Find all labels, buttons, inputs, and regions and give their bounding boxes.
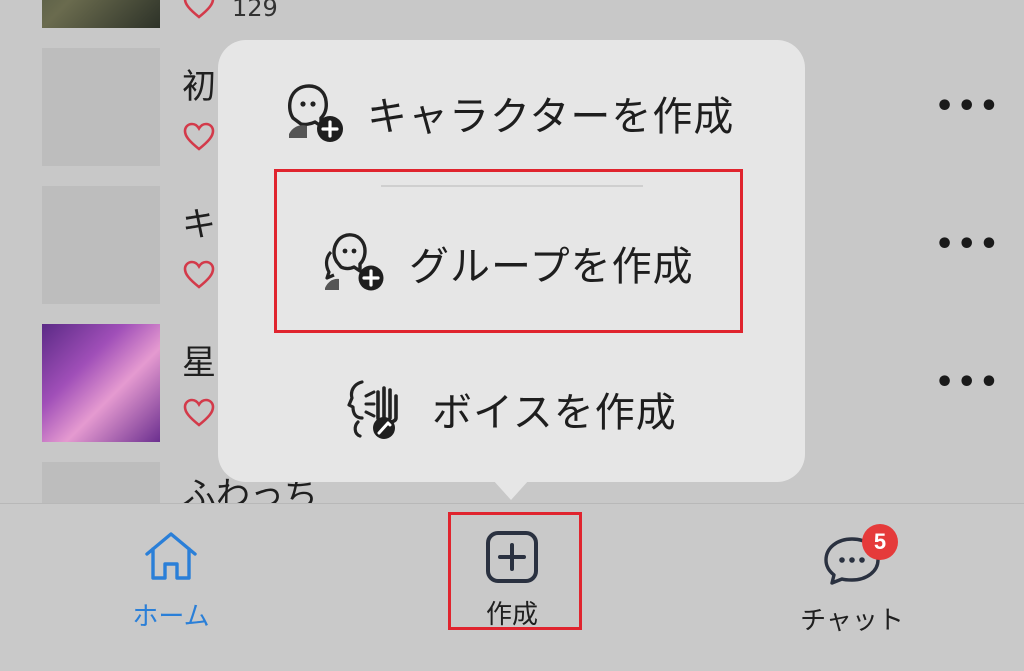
highlight-box-group <box>274 169 743 333</box>
unread-badge: 5 <box>862 524 898 560</box>
thumbnail <box>42 48 160 166</box>
thumbnail <box>42 0 160 28</box>
heart-icon[interactable] <box>183 0 215 20</box>
menu-item-label: キャラクターを作成 <box>367 94 735 140</box>
item-title: 初 <box>182 67 216 107</box>
item-title: 星 <box>182 343 216 383</box>
more-options-button[interactable]: ••• <box>935 92 1002 122</box>
character-add-icon <box>287 84 343 142</box>
voice-create-icon <box>347 380 398 439</box>
tab-home[interactable]: ホーム <box>126 530 216 633</box>
more-options-button[interactable]: ••• <box>935 368 1002 398</box>
like-count: 129 <box>232 0 278 22</box>
heart-icon[interactable] <box>183 122 215 152</box>
tab-label: ホーム <box>132 602 210 632</box>
heart-icon[interactable] <box>183 398 215 428</box>
thumbnail <box>42 186 160 304</box>
item-title: キ <box>182 205 216 245</box>
tab-label: チャット <box>800 606 904 636</box>
heart-icon[interactable] <box>183 260 215 290</box>
highlight-box-create <box>448 512 582 630</box>
thumbnail <box>42 462 160 503</box>
thumbnail <box>42 324 160 442</box>
home-icon <box>145 532 197 580</box>
popover-arrow <box>493 480 529 500</box>
more-options-button[interactable]: ••• <box>935 230 1002 260</box>
create-voice-menu-item[interactable]: ボイスを作成 <box>344 378 677 440</box>
menu-item-label: ボイスを作成 <box>432 390 677 436</box>
create-character-menu-item[interactable]: キャラクターを作成 <box>285 82 734 144</box>
